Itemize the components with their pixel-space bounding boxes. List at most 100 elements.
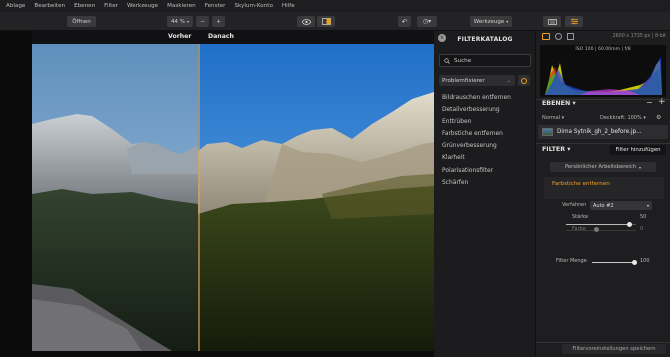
filter-item-klarheit[interactable]: Klarheit bbox=[442, 152, 532, 164]
filter-catalog-panel: × FILTERKATALOG Suche Problemfixierer ⌄ … bbox=[434, 31, 536, 357]
divider bbox=[536, 342, 670, 343]
add-filter-button[interactable]: Filter hinzufügen bbox=[610, 145, 666, 155]
eye-icon[interactable] bbox=[297, 16, 315, 27]
filter-item-gruenverbesserung[interactable]: Grünverbesserung bbox=[442, 140, 532, 152]
workspace-dropdown[interactable]: Persönlicher Arbeitsbereich ▾ bbox=[550, 162, 656, 172]
exif-info: ISO 100 | 60.00mm | f/8 bbox=[575, 47, 631, 52]
zoom-in-button[interactable]: + bbox=[212, 16, 225, 27]
menu-werkzeuge[interactable]: Werkzeuge bbox=[127, 0, 158, 12]
method-label: Verfahren bbox=[562, 202, 587, 208]
open-button[interactable]: Öffnen bbox=[67, 16, 96, 27]
filter-item-detailverbesserung[interactable]: Detailverbesserung bbox=[442, 104, 532, 116]
layer-name: Dima Sytnik_gh_2_before.jp... bbox=[557, 129, 642, 135]
menu-maskieren[interactable]: Maskieren bbox=[167, 0, 196, 12]
search-icon bbox=[444, 57, 450, 64]
menu-ebenen[interactable]: Ebenen bbox=[74, 0, 95, 12]
strength-slider-handle[interactable] bbox=[627, 222, 632, 227]
search-input[interactable]: Suche bbox=[439, 54, 531, 67]
toolbar: Öffnen 44 % ▾ − + ↶ ◷▾ Werkzeuge ▾ bbox=[0, 12, 670, 31]
zoom-out-button[interactable]: − bbox=[196, 16, 209, 27]
exif-icon[interactable] bbox=[555, 33, 562, 40]
tools-label: Werkzeuge bbox=[473, 18, 505, 25]
image-canvas[interactable] bbox=[32, 44, 434, 351]
canvas-margin-bottom bbox=[32, 351, 434, 357]
menu-skylum-konto[interactable]: Skylum-Konto bbox=[234, 0, 272, 12]
right-panel: 2600 x 1735 px | 8-bit ISO 100 | 60.00mm… bbox=[536, 31, 670, 357]
filter-item-enttrueben[interactable]: Enttrüben bbox=[442, 116, 532, 128]
tools-dropdown[interactable]: Werkzeuge ▾ bbox=[470, 16, 512, 27]
strength-label: Stärke bbox=[572, 214, 589, 220]
layer-thumbnail bbox=[542, 128, 553, 136]
menu-ablage[interactable]: Ablage bbox=[6, 0, 25, 12]
before-label: Vorher bbox=[168, 33, 192, 40]
zoom-value: 44 % bbox=[171, 18, 185, 25]
filter-title-text: FILTER bbox=[542, 146, 566, 153]
filter-name: Farbstiche entfernen bbox=[552, 181, 610, 187]
layers-title[interactable]: EBENEN ▾ bbox=[542, 100, 576, 107]
category-label: Problemfixierer bbox=[442, 77, 485, 84]
delete-layer-icon[interactable]: − bbox=[646, 98, 653, 107]
workspace-label: Persönlicher Arbeitsbereich bbox=[564, 164, 637, 170]
info-icon bbox=[521, 77, 527, 84]
chevron-down-icon: ⌄ bbox=[506, 77, 511, 84]
image-size: 2600 x 1735 px | 8-bit bbox=[612, 34, 666, 39]
histogram: ISO 100 | 60.00mm | f/8 bbox=[540, 45, 666, 97]
histogram-graph bbox=[545, 57, 662, 95]
after-label: Danach bbox=[208, 33, 234, 40]
filter-section-title[interactable]: FILTER ▾ bbox=[542, 146, 570, 153]
color-value: 0 bbox=[640, 226, 644, 232]
save-filter-presets-button[interactable]: Filtervoreinstellungen speichern bbox=[562, 344, 666, 354]
menu-fenster[interactable]: Fenster bbox=[205, 0, 226, 12]
color-slider-handle[interactable] bbox=[594, 227, 599, 232]
filter-header[interactable]: Farbstiche entfernen bbox=[544, 177, 664, 199]
favorites-toggle[interactable] bbox=[518, 75, 530, 86]
blend-mode-dropdown[interactable]: Normal ▾ bbox=[542, 115, 564, 121]
menu-bearbeiten[interactable]: Bearbeiten bbox=[34, 0, 65, 12]
adjustments-icon[interactable] bbox=[565, 16, 583, 27]
history-icon[interactable]: ◷▾ bbox=[417, 16, 437, 27]
layout-icon[interactable] bbox=[543, 16, 561, 27]
filter-item-farbstiche[interactable]: Farbstiche entfernen bbox=[442, 128, 532, 140]
chevron-down-icon: ▾ bbox=[646, 203, 649, 208]
layers-title-text: EBENEN bbox=[542, 100, 571, 107]
opacity-dropdown[interactable]: Deckkraft: 100% ▾ bbox=[600, 115, 646, 121]
chevron-down-icon: ▾ bbox=[506, 19, 509, 24]
compare-split-icon[interactable] bbox=[317, 16, 335, 27]
crop-icon[interactable] bbox=[567, 33, 574, 40]
undo-icon[interactable]: ↶ bbox=[398, 16, 411, 27]
menu-filter[interactable]: Filter bbox=[104, 0, 118, 12]
menu-hilfe[interactable]: Hilfe bbox=[282, 0, 295, 12]
amount-value: 100 bbox=[640, 258, 650, 264]
strength-value: 50 bbox=[640, 214, 647, 220]
chevron-down-icon: ▾ bbox=[639, 164, 642, 170]
panel-icon-row: 2600 x 1735 px | 8-bit bbox=[536, 31, 670, 43]
category-dropdown[interactable]: Problemfixierer ⌄ bbox=[439, 75, 515, 86]
strength-slider-fill bbox=[566, 224, 629, 225]
menu-bar: Ablage Bearbeiten Ebenen Filter Werkzeug… bbox=[0, 0, 670, 12]
opacity-value: Deckkraft: 100% bbox=[600, 115, 642, 121]
gear-icon[interactable]: ⚙ bbox=[656, 114, 661, 121]
method-value: Auto #2 bbox=[593, 202, 614, 209]
image-icon[interactable] bbox=[542, 33, 550, 40]
amount-slider-handle[interactable] bbox=[632, 260, 637, 265]
layer-row[interactable]: Dima Sytnik_gh_2_before.jp... bbox=[538, 125, 668, 139]
catalog-title: FILTERKATALOG bbox=[457, 36, 513, 43]
amount-label: Filter Menge bbox=[556, 258, 587, 264]
amount-slider-track[interactable] bbox=[592, 262, 636, 263]
chevron-down-icon: ▾ bbox=[186, 19, 189, 24]
filter-item-bildrauschen[interactable]: Bildrauschen entfernen bbox=[442, 92, 532, 104]
method-dropdown[interactable]: Auto #2 ▾ bbox=[590, 201, 652, 210]
add-layer-icon[interactable]: + bbox=[658, 97, 666, 107]
app-window: Ablage Bearbeiten Ebenen Filter Werkzeug… bbox=[0, 0, 670, 357]
filter-list: Bildrauschen entfernen Detailverbesserun… bbox=[442, 92, 532, 189]
color-slider-track[interactable] bbox=[566, 230, 636, 231]
search-placeholder: Suche bbox=[454, 57, 472, 64]
divider bbox=[536, 143, 670, 144]
blend-mode-value: Normal bbox=[542, 115, 561, 121]
canvas-margin-left bbox=[0, 31, 32, 357]
landscape-photo bbox=[32, 44, 434, 351]
filter-item-schaerfen[interactable]: Schärfen bbox=[442, 177, 532, 189]
color-label: Farbe bbox=[572, 226, 586, 232]
zoom-dropdown[interactable]: 44 % ▾ bbox=[167, 16, 193, 27]
filter-item-polarisationsfilter[interactable]: Polarisationsfilter bbox=[442, 165, 532, 177]
